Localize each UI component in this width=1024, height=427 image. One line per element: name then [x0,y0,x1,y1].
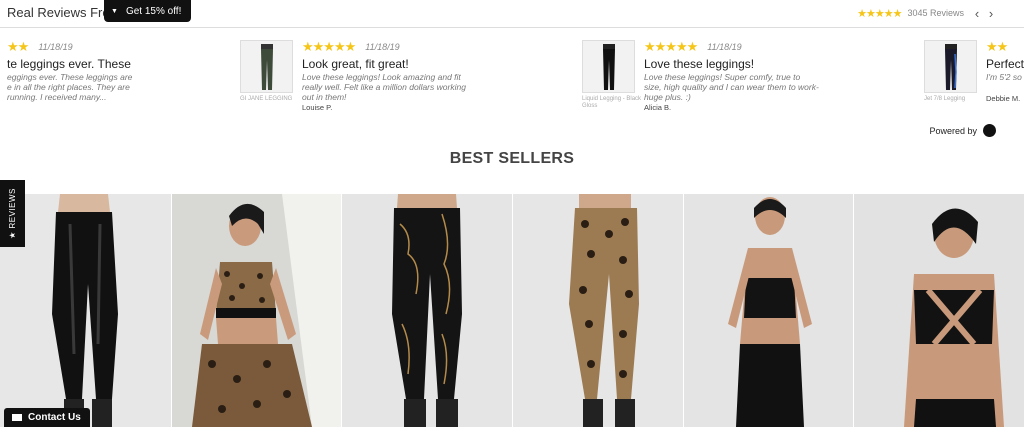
reviews-summary: ★★★★★ 3045 Reviews ‹ › [857,6,998,21]
review-card[interactable]: ★★ 11/18/19 te leggings ever. These eggi… [0,40,170,120]
product-card[interactable] [512,194,683,427]
review-stars: ★★ 11/18/19 [7,39,73,54]
product-card[interactable] [853,194,1024,427]
review-author: Debbie M. [986,94,1021,103]
review-title: te leggings ever. These [7,57,131,71]
thumbnail-caption: Jet 7/8 Legging [924,96,966,102]
review-title: Love these leggings! [644,57,755,71]
product-card[interactable] [682,194,854,427]
review-body: I'm 5'2 so i [986,72,1024,82]
envelope-icon [12,414,22,421]
review-body: Love these leggings! Look amazing and fi… [302,72,466,102]
review-stars: ★★★★★ 11/18/19 [302,39,400,54]
review-card[interactable]: Jet 7/8 Legging ★★ Perfect I'm 5'2 so i … [924,40,1024,120]
summary-stars: ★★★★★ [857,7,902,20]
product-thumbnail[interactable] [924,40,977,93]
review-title: Look great, fit great! [302,57,409,71]
caret-down-icon: ▼ [111,7,118,15]
review-stars: ★★ [986,40,1008,54]
review-body: Love these leggings! Super comfy, true t… [644,72,819,102]
review-card[interactable]: Liquid Legging - Black Gloss ★★★★★ 11/18… [582,40,882,120]
brand-logo-icon[interactable] [983,124,996,137]
chevron-right-icon[interactable]: › [984,6,998,21]
thumbnail-caption: GI JANE LEGGING [240,96,293,102]
product-grid [0,194,1024,427]
reviews-count[interactable]: 3045 Reviews [907,8,964,18]
promo-button[interactable]: ▼ Get 15% off! [104,0,191,22]
product-thumbnail[interactable] [582,40,635,93]
page: Real Reviews From ▼ Get 15% off! ★★★★★ 3… [0,0,1024,427]
reviews-header: Real Reviews From ▼ Get 15% off! ★★★★★ 3… [0,0,1024,27]
product-card[interactable] [170,194,342,427]
contact-us-button[interactable]: Contact Us [4,408,90,427]
thumbnail-caption: Liquid Legging - Black Gloss [582,96,642,109]
product-card[interactable] [0,194,171,427]
contact-label: Contact Us [28,412,81,423]
review-card[interactable]: GI JANE LEGGING ★★★★★ 11/18/19 Look grea… [240,40,540,120]
divider [0,27,1024,28]
review-author: Louise P. [302,103,333,112]
product-card[interactable] [341,194,513,427]
promo-label: Get 15% off! [125,5,182,17]
review-title: Perfect [986,57,1024,71]
review-body: eggings ever. These leggings are e in al… [7,72,133,102]
review-author: Alicia B. [644,103,672,112]
product-thumbnail[interactable] [240,40,293,93]
review-stars: ★★★★★ 11/18/19 [644,39,742,54]
powered-by: Powered by [929,124,996,137]
reviews-side-tab[interactable]: ★ REVIEWS [0,180,25,247]
chevron-left-icon[interactable]: ‹ [970,6,984,21]
section-title: BEST SELLERS [449,150,575,167]
